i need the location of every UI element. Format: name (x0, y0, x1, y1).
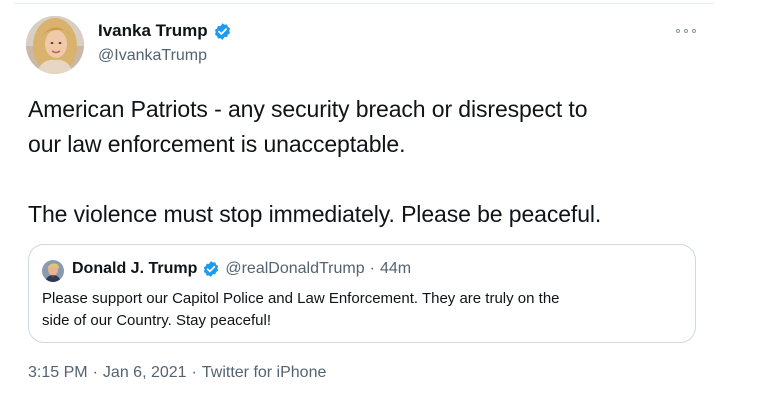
tweet-date[interactable]: Jan 6, 2021 (103, 364, 187, 382)
more-dot (692, 29, 696, 33)
verified-badge-icon (213, 22, 232, 41)
author-avatar[interactable] (26, 16, 84, 74)
author-name[interactable]: Ivanka Trump (98, 21, 208, 41)
tweet-text-gap (28, 162, 728, 197)
tweet-text-line: The violence must stop immediately. Plea… (28, 201, 602, 227)
author-name-row: Ivanka Trump (98, 21, 232, 41)
quoted-text-line: Please support our Capitol Police and La… (42, 290, 560, 307)
separator-dot: · (369, 260, 375, 277)
more-dot (684, 29, 688, 33)
more-dot (676, 29, 680, 33)
profile-photo (42, 260, 64, 282)
author-handle[interactable]: @IvankaTrump (98, 46, 207, 66)
verified-badge-icon (202, 260, 220, 278)
separator-dot: · (191, 364, 197, 381)
quoted-author-avatar (42, 260, 64, 282)
quoted-tweet-time: 44m (379, 260, 412, 277)
tweet: Ivanka Trump @IvankaTrump American Patri… (0, 0, 765, 409)
profile-photo (26, 16, 84, 74)
quoted-tweet-card[interactable]: Donald J. Trump @realDonaldTrump · 44m P… (28, 244, 696, 343)
tweet-text-line: our law enforcement is unacceptable. (28, 131, 406, 157)
quoted-text-line: side of our Country. Stay peaceful! (42, 312, 272, 329)
quoted-author-name: Donald J. Trump (72, 260, 198, 277)
tweet-text-line: American Patriots - any security breach … (28, 96, 588, 122)
tweet-text: American Patriots - any security breach … (28, 92, 728, 232)
quoted-tweet-header: Donald J. Trump @realDonaldTrump · 44m (72, 260, 411, 278)
tweet-time[interactable]: 3:15 PM (28, 364, 88, 382)
tweet-meta: 3:15 PM · Jan 6, 2021 · Twitter for iPho… (28, 364, 326, 382)
quoted-tweet-text: Please support our Capitol Police and La… (42, 288, 682, 332)
quoted-author-handle: @realDonaldTrump (225, 260, 365, 277)
more-options-icon[interactable] (676, 24, 696, 38)
tweet-source[interactable]: Twitter for iPhone (202, 364, 327, 382)
separator-dot: · (92, 364, 98, 381)
